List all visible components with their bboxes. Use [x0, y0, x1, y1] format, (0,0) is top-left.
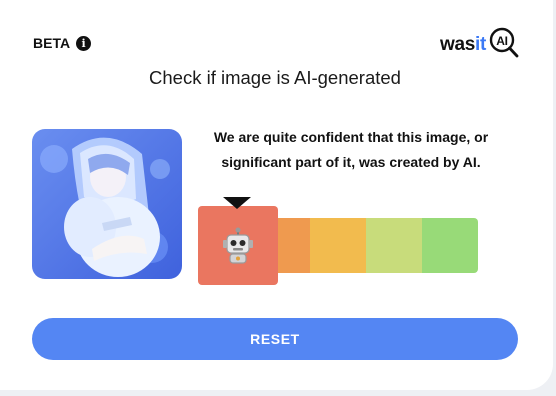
info-icon[interactable]: i — [76, 35, 92, 51]
reset-button[interactable]: RESET — [32, 318, 518, 360]
logo-ai: AI — [496, 34, 507, 48]
robot-icon — [223, 227, 253, 264]
beta-label: BETA — [33, 35, 71, 51]
wasitai-logo[interactable]: was it AI — [440, 26, 521, 64]
scale-segment-4 — [366, 218, 422, 273]
beta-badge: BETA i — [33, 35, 92, 51]
uploaded-image-thumbnail — [32, 129, 182, 279]
scale-segment-5 — [422, 218, 478, 273]
logo-was: was — [440, 34, 476, 55]
verdict-line-2: significant part of it, was created by A… — [221, 154, 481, 170]
active-scale-indicator — [198, 206, 278, 285]
magnifier-logo-icon: AI — [487, 26, 521, 64]
scale-pointer-icon — [223, 197, 251, 209]
scale-segment-3 — [310, 218, 366, 273]
verdict-line-1: We are quite confident that this image, … — [213, 129, 489, 145]
detector-card: BETA i was it AI Check if image is AI-ge… — [0, 0, 553, 390]
page-title: Check if image is AI-generated — [149, 67, 401, 88]
verdict-text: We are quite confident that this image, … — [196, 125, 506, 175]
logo-it: it — [475, 34, 487, 55]
